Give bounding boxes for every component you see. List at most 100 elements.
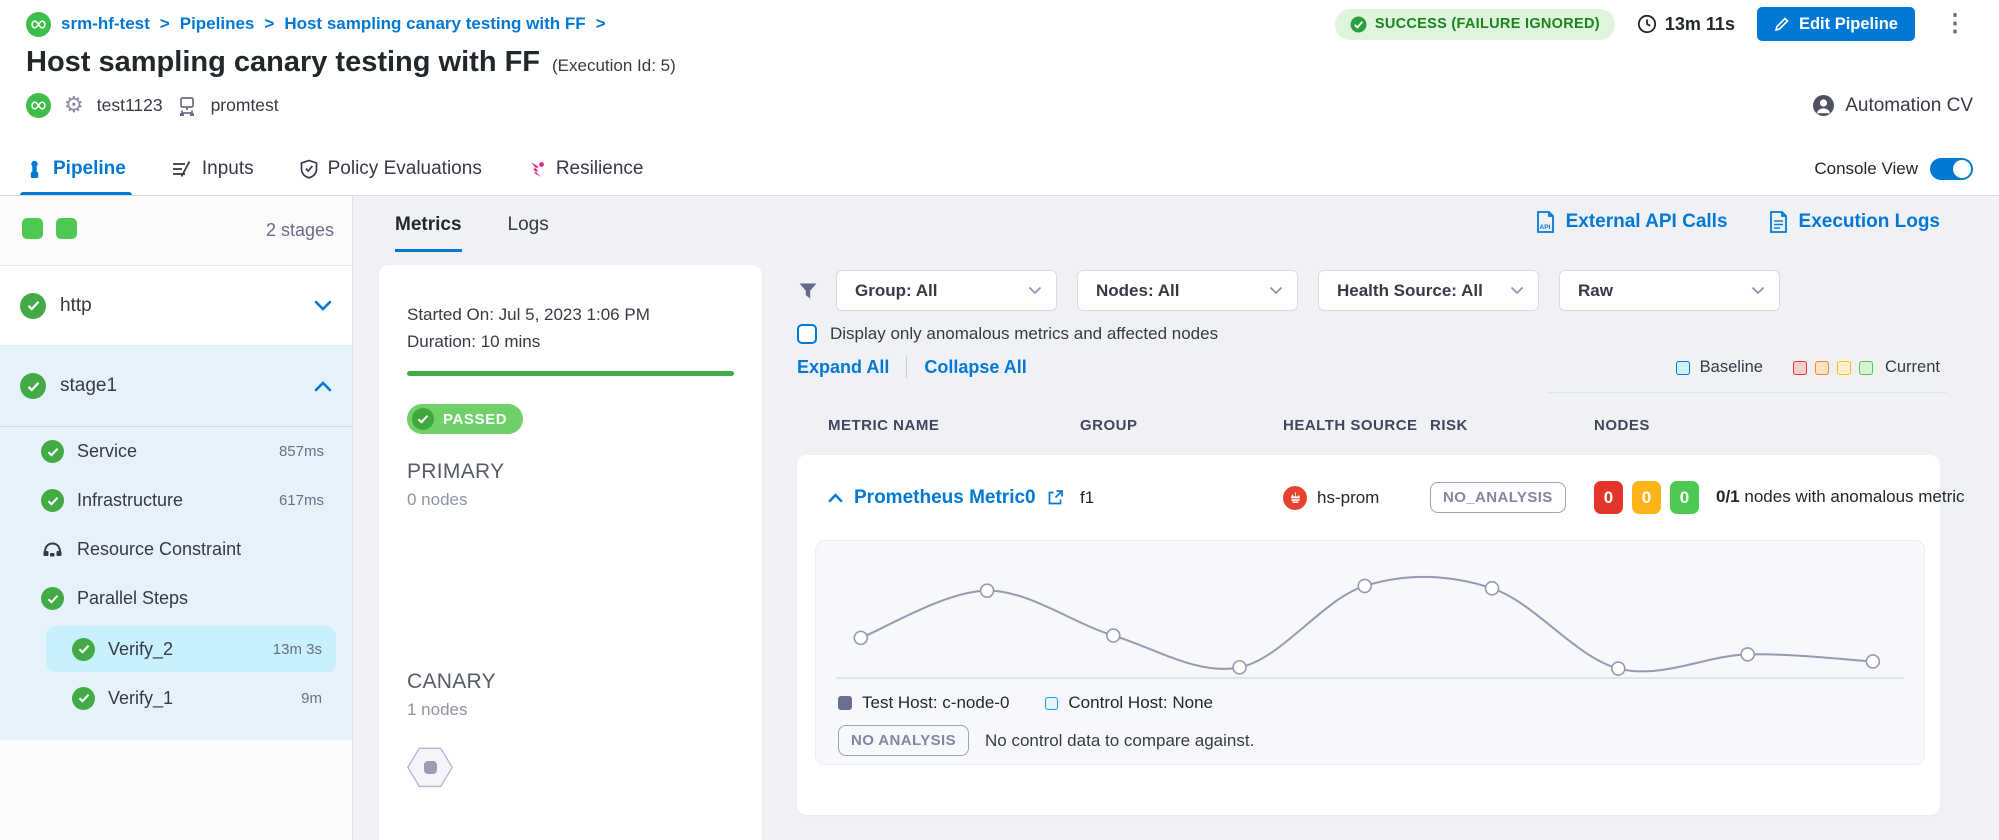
nodes-filter-value: Nodes: All [1096,281,1179,301]
verification-progress-bar [407,371,734,376]
control-host-swatch [1045,697,1058,710]
stage-success-square [22,218,43,239]
step-infrastructure-label: Infrastructure [77,490,183,511]
metrics-table-header: METRIC NAME GROUP HEALTH SOURCE RISK NOD… [797,417,1940,434]
risk-status-badge: NO_ANALYSIS [1430,482,1566,513]
nodes-filter-dropdown[interactable]: Nodes: All [1077,270,1298,311]
service-name[interactable]: test1123 [97,95,163,116]
breadcrumb-pipelines[interactable]: Pipelines [180,14,255,34]
metric-group-value: f1 [1080,488,1283,508]
chevron-down-icon[interactable] [314,300,332,311]
external-api-calls-link[interactable]: API External API Calls [1535,210,1728,234]
triggered-by: Automation CV [1812,94,1973,117]
test-host-swatch [838,696,852,710]
control-host-legend: Control Host: None [1045,693,1213,713]
breadcrumb-project[interactable]: srm-hf-test [61,14,150,34]
tab-resilience[interactable]: Resilience [528,143,644,195]
stage-row-http[interactable]: http [0,266,352,346]
verification-status-badge: PASSED [407,404,523,434]
no-analysis-message: No control data to compare against. [985,731,1254,751]
success-check-icon [1350,16,1367,33]
col-health-source: HEALTH SOURCE [1283,417,1430,434]
expand-all-link[interactable]: Expand All [797,357,889,378]
stage-stage1-label: stage1 [60,375,300,397]
metric-table-row: Prometheus Metric0 f1 hs-prom NO_ANALYSI… [797,455,1940,540]
verification-duration: Duration: 10 mins [407,328,734,355]
step-duration: 617ms [279,492,324,509]
execution-id: (Execution Id: 5) [552,56,676,76]
anomalous-only-checkbox[interactable] [797,324,817,344]
health-source-filter-dropdown[interactable]: Health Source: All [1318,270,1539,311]
hexagon-node-dot [424,761,437,774]
chevron-down-icon [1028,286,1042,295]
tab-metrics[interactable]: Metrics [395,214,462,252]
data-type-dropdown[interactable]: Raw [1559,270,1780,311]
anomalous-only-label: Display only anomalous metrics and affec… [830,324,1218,344]
tab-pipeline[interactable]: Pipeline [26,143,126,195]
collapse-chevron-up-icon[interactable] [828,493,843,503]
success-check-icon [41,440,64,463]
breadcrumb: srm-hf-test > Pipelines > Host sampling … [26,12,606,37]
col-risk: RISK [1430,417,1594,434]
tab-logs[interactable]: Logs [508,214,549,252]
environment-icon [176,95,198,117]
current-risk-yellow-swatch [1837,361,1851,375]
tab-inputs[interactable]: Inputs [172,143,254,195]
edit-pipeline-button[interactable]: Edit Pipeline [1757,7,1915,41]
line-chart [836,545,1904,695]
service-gear-icon: ⚙ [64,95,84,117]
status-badge-label: SUCCESS (FAILURE IGNORED) [1375,16,1600,32]
step-row-service[interactable]: Service 857ms [0,427,352,476]
metric-trend-chart: Test Host: c-node-0 Control Host: None N… [815,540,1925,765]
current-risk-orange-swatch [1815,361,1829,375]
divider [1547,392,1947,393]
current-risk-green-swatch [1859,361,1873,375]
stage-row-stage1[interactable]: stage1 [0,346,352,426]
pipeline-icon [26,160,43,179]
step-row-verify-1[interactable]: Verify_1 9m [46,675,336,721]
step-service-label: Service [77,441,137,462]
chevron-up-icon[interactable] [314,381,332,392]
success-check-icon [20,373,46,399]
primary-node-count: 0 nodes [407,490,734,510]
more-options-menu-icon[interactable]: ⋮ [1937,10,1973,38]
total-duration: 13m 11s [1637,14,1735,35]
chevron-down-icon [1751,286,1765,295]
collapse-all-link[interactable]: Collapse All [924,357,1026,378]
tab-pipeline-label: Pipeline [53,158,126,180]
anomalous-nodes-summary: 0/1 nodes with anomalous metric [1716,486,1996,508]
step-row-verify-2[interactable]: Verify_2 13m 3s [46,626,336,672]
environment-name[interactable]: promtest [211,95,279,116]
execution-logs-link[interactable]: Execution Logs [1768,210,1940,234]
canary-node-count: 1 nodes [407,700,734,720]
canary-node-hexagon[interactable] [407,746,453,788]
stage-status-squares [22,218,77,244]
breadcrumb-pipeline-name[interactable]: Host sampling canary testing with FF [284,14,585,34]
step-row-infrastructure[interactable]: Infrastructure 617ms [0,476,352,525]
stage-success-square [56,218,77,239]
col-metric-name: METRIC NAME [828,417,1080,434]
stage-count: 2 stages [266,220,334,241]
harness-cd-module-icon [26,93,51,118]
step-verify-1-label: Verify_1 [108,688,173,709]
prometheus-icon [1283,486,1307,510]
triggered-by-user: Automation CV [1845,95,1973,117]
breadcrumb-separator: > [264,14,274,34]
console-view-toggle[interactable] [1930,158,1973,180]
verification-details-panel: Metrics Logs Started On: Jul 5, 2023 1:0… [353,196,766,840]
metric-name-link[interactable]: Prometheus Metric0 [854,487,1036,509]
filter-funnel-icon[interactable] [797,280,819,302]
tab-policy-evaluations-label: Policy Evaluations [328,158,482,180]
group-filter-dropdown[interactable]: Group: All [836,270,1057,311]
chevron-down-icon [1510,286,1524,295]
external-link-icon[interactable] [1047,489,1064,506]
pencil-icon [1774,16,1790,32]
test-host-legend: Test Host: c-node-0 [838,693,1009,713]
main-content: 2 stages http stage1 Service 857ms Infra… [0,196,1999,840]
step-row-resource-constraint[interactable]: Resource Constraint [0,525,352,574]
inputs-icon [172,160,192,178]
step-row-parallel-steps[interactable]: Parallel Steps [0,574,352,623]
pipeline-tabbar: Pipeline Inputs Policy Evaluations Resil… [0,143,1999,196]
tab-policy-evaluations[interactable]: Policy Evaluations [300,143,482,195]
clock-icon [1637,14,1657,34]
